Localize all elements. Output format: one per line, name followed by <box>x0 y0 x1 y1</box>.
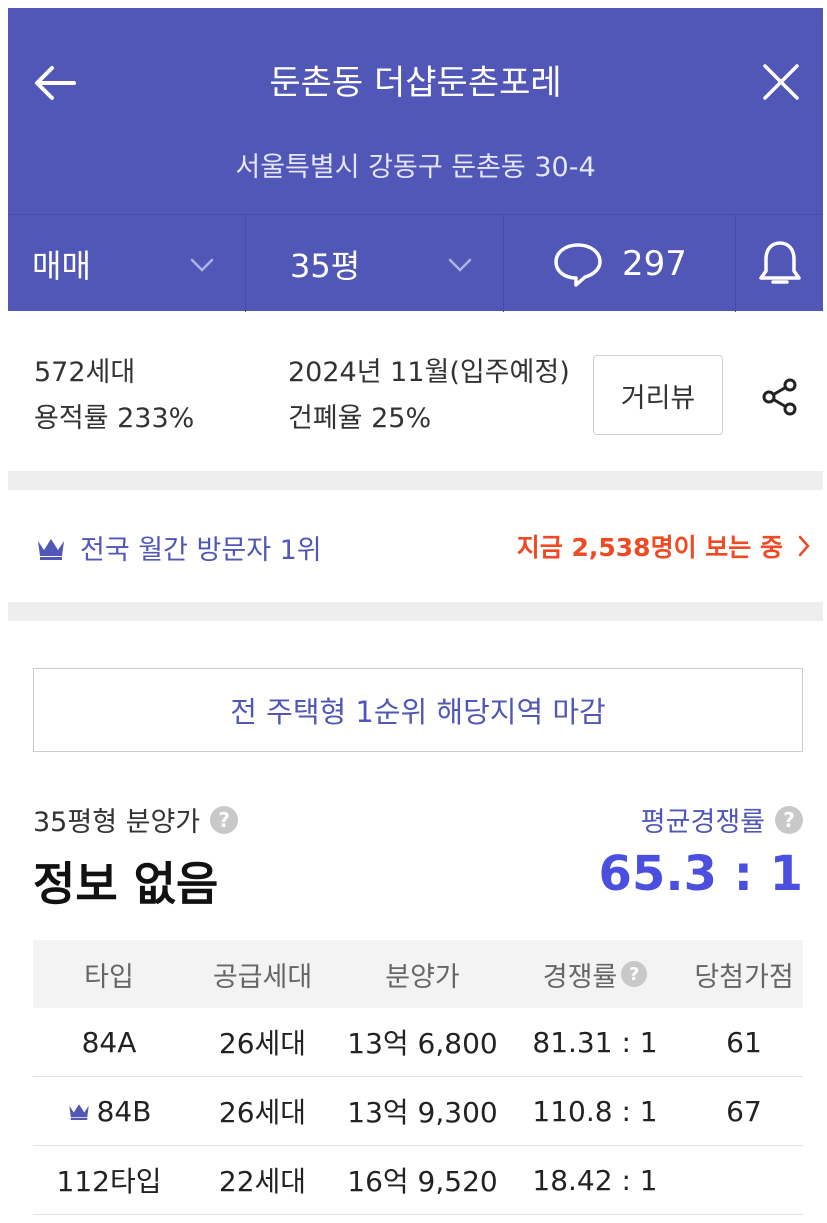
visitor-rank-text: 전국 월간 방문자 1위 <box>80 535 322 566</box>
app-header: 둔촌동 더샵둔촌포레 서울특별시 강동구 둔촌동 30-4 매매 35평 297 <box>8 8 823 312</box>
header-winning-score: 당첨가점 <box>694 961 794 993</box>
cell-type: 112타입 <box>56 1165 162 1198</box>
address-text: 서울특별시 강동구 둔촌동 30-4 <box>235 152 596 183</box>
header-competition: 경쟁률 ? <box>505 955 685 994</box>
close-icon[interactable] <box>759 60 803 104</box>
trade-type-select[interactable]: 매매 <box>8 215 246 312</box>
type-table: 타입 공급세대 분양가 경쟁률 ? 당첨가점 84A 26세대 13억 6,80… <box>33 940 803 1215</box>
chevron-down-icon <box>448 258 472 272</box>
competition-value: 65.3 : 1 <box>598 846 803 902</box>
size-select[interactable]: 35평 <box>246 215 504 312</box>
help-icon[interactable]: ? <box>775 805 803 834</box>
cell-competition: 81.31 : 1 <box>532 1025 658 1059</box>
cell-winning-score: 61 <box>726 1025 762 1059</box>
section-divider <box>8 471 823 490</box>
floor-area-ratio-text: 용적률 233% <box>34 403 195 434</box>
subscription-notice: 전 주택형 1순위 해당지역 마감 <box>33 668 803 752</box>
share-icon[interactable] <box>760 377 800 417</box>
cell-type: 84A <box>81 1025 137 1059</box>
header-supply: 공급세대 <box>212 961 313 993</box>
chevron-down-icon <box>190 258 214 272</box>
live-viewers-text: 지금 2,538명이 보는 중 <box>516 533 783 562</box>
competition-label-text: 평균경쟁률 <box>640 807 765 838</box>
price-label-text: 35평형 분양가 <box>33 807 201 838</box>
move-in-text: 2024년 11월(입주예정) <box>288 357 570 388</box>
crown-icon <box>68 1104 89 1120</box>
cell-winning-score: 67 <box>726 1094 762 1128</box>
table-row: 84A 26세대 13억 6,800 81.31 : 1 61 <box>33 1008 803 1077</box>
table-row: 112타입 22세대 16억 9,520 18.42 : 1 <box>33 1146 803 1215</box>
live-viewers-link[interactable]: 지금 2,538명이 보는 중 <box>517 528 811 564</box>
cell-supply: 22세대 <box>218 1165 307 1198</box>
size-label: 35평 <box>290 246 361 285</box>
comments-button[interactable]: 297 <box>504 215 736 312</box>
alarm-button[interactable] <box>736 215 823 312</box>
help-icon[interactable]: ? <box>621 961 648 987</box>
price-value: 정보 없음 <box>33 857 219 911</box>
header-type: 타입 <box>84 961 134 993</box>
bell-icon <box>758 240 801 284</box>
cell-supply: 26세대 <box>218 1096 307 1129</box>
cell-competition: 18.42 : 1 <box>532 1163 658 1197</box>
trade-type-label: 매매 <box>32 246 91 285</box>
cell-price: 16억 9,520 <box>347 1165 498 1198</box>
building-coverage-text: 건폐율 25% <box>288 403 432 434</box>
comment-count: 297 <box>622 243 687 284</box>
cell-type-text: 84B <box>96 1094 152 1128</box>
speech-bubble-icon <box>554 242 602 287</box>
chevron-right-icon <box>798 535 810 557</box>
cell-price: 13억 9,300 <box>347 1096 498 1129</box>
header-price: 분양가 <box>385 961 460 993</box>
section-divider <box>8 602 823 621</box>
cell-price: 13억 6,800 <box>347 1027 498 1060</box>
cell-supply: 26세대 <box>218 1027 307 1060</box>
cell-competition: 110.8 : 1 <box>532 1094 658 1128</box>
street-view-button[interactable]: 거리뷰 <box>593 355 723 435</box>
table-header: 타입 공급세대 분양가 경쟁률 ? 당첨가점 <box>33 940 803 1008</box>
households-text: 572세대 <box>34 357 136 388</box>
complex-info: 572세대 용적률 233% 2024년 11월(입주예정) 건폐율 25% 거… <box>8 311 823 471</box>
header-competition-text: 경쟁률 <box>542 961 618 993</box>
visitor-rank: 전국 월간 방문자 1위 <box>36 528 322 567</box>
help-icon[interactable]: ? <box>210 805 239 834</box>
competition-label: 평균경쟁률 ? <box>641 800 803 839</box>
page-title: 둔촌동 더샵둔촌포레 <box>269 63 562 103</box>
price-label: 35평형 분양가 ? <box>33 800 239 839</box>
cell-type: 84B <box>33 1095 185 1128</box>
crown-icon <box>38 538 64 560</box>
header-tabs: 매매 35평 297 <box>8 214 823 312</box>
visitor-banner: 전국 월간 방문자 1위 지금 2,538명이 보는 중 <box>8 490 823 602</box>
table-row: 84B 26세대 13억 9,300 110.8 : 1 67 <box>33 1077 803 1146</box>
